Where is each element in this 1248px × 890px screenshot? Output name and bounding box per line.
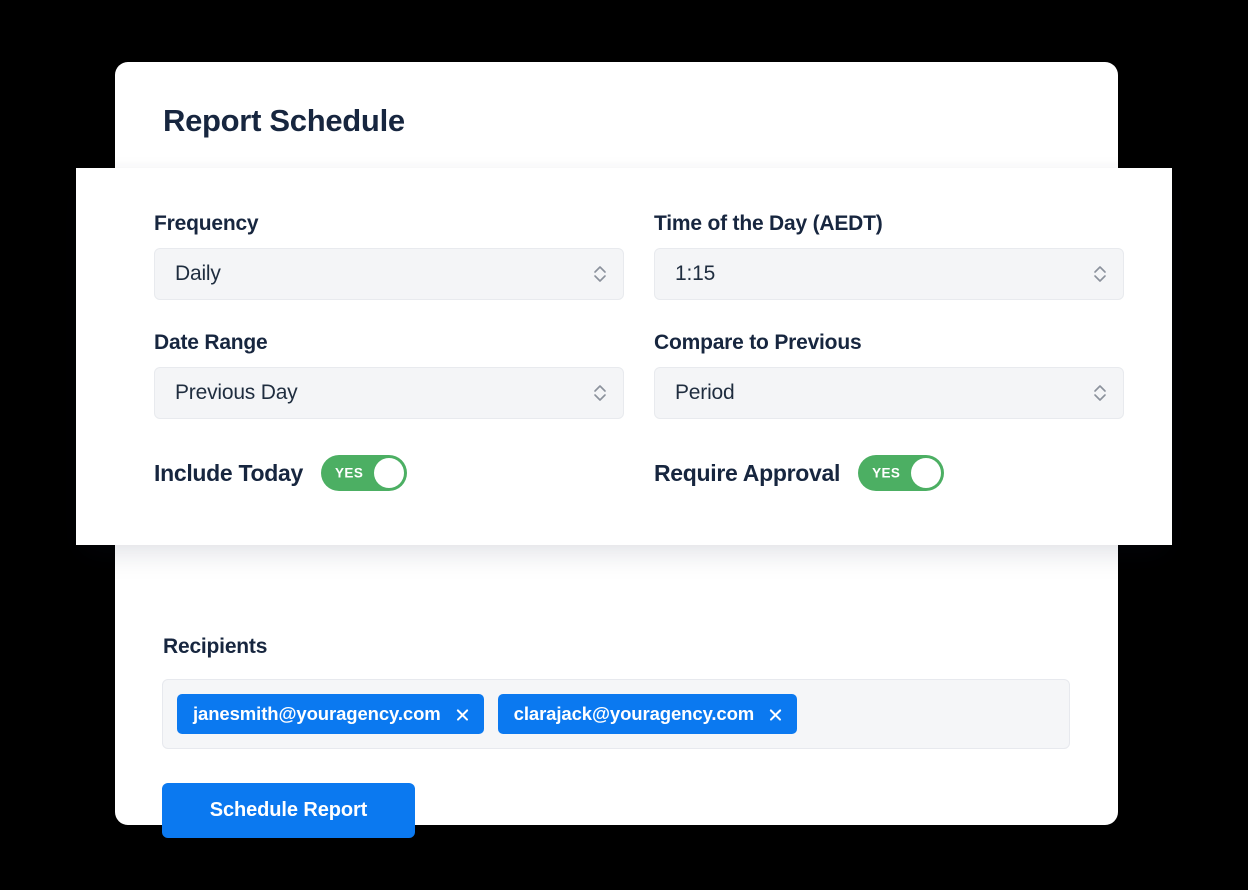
include-today-label: Include Today — [154, 460, 303, 487]
toggle-row: Include Today YES Require Approval YES — [154, 455, 1124, 491]
time-of-day-select-wrap: 1:15 — [654, 248, 1124, 300]
card-header: Report Schedule — [115, 62, 1118, 168]
require-approval-toggle[interactable]: YES — [858, 455, 944, 491]
time-of-day-value: 1:15 — [675, 262, 715, 286]
compare-to-previous-value: Period — [675, 381, 735, 405]
close-icon[interactable] — [455, 707, 470, 722]
include-today-state: YES — [335, 466, 363, 481]
schedule-report-button[interactable]: Schedule Report — [162, 783, 415, 838]
field-time-of-day: Time of the Day (AEDT) 1:15 — [654, 212, 1124, 300]
frequency-select[interactable]: Daily — [154, 248, 624, 300]
recipient-chip[interactable]: janesmith@youragency.com — [177, 694, 484, 734]
require-approval-state: YES — [872, 466, 900, 481]
page-title: Report Schedule — [163, 103, 405, 139]
require-approval-group: Require Approval YES — [654, 455, 1124, 491]
date-range-label: Date Range — [154, 331, 624, 355]
recipients-input[interactable]: janesmith@youragency.com clarajack@youra… — [162, 679, 1070, 749]
form-row: Frequency Daily Time of the Day (AEDT) — [154, 212, 1124, 300]
recipient-email: clarajack@youragency.com — [514, 703, 755, 725]
date-range-select-wrap: Previous Day — [154, 367, 624, 419]
date-range-select[interactable]: Previous Day — [154, 367, 624, 419]
field-date-range: Date Range Previous Day — [154, 331, 624, 419]
date-range-value: Previous Day — [175, 381, 297, 405]
compare-to-previous-label: Compare to Previous — [654, 331, 1124, 355]
field-frequency: Frequency Daily — [154, 212, 624, 300]
frequency-select-wrap: Daily — [154, 248, 624, 300]
frequency-value: Daily — [175, 262, 221, 286]
close-icon[interactable] — [768, 707, 783, 722]
compare-to-previous-select[interactable]: Period — [654, 367, 1124, 419]
form-row: Date Range Previous Day Compare to Previ… — [154, 331, 1124, 419]
recipient-email: janesmith@youragency.com — [193, 703, 441, 725]
settings-form: Frequency Daily Time of the Day (AEDT) — [154, 212, 1124, 491]
toggle-knob — [911, 458, 941, 488]
include-today-group: Include Today YES — [154, 455, 624, 491]
require-approval-label: Require Approval — [654, 460, 840, 487]
schedule-settings-panel: Frequency Daily Time of the Day (AEDT) — [76, 168, 1172, 545]
frequency-label: Frequency — [154, 212, 624, 236]
toggle-knob — [374, 458, 404, 488]
recipients-label: Recipients — [163, 635, 267, 659]
recipient-chip[interactable]: clarajack@youragency.com — [498, 694, 798, 734]
time-of-day-select[interactable]: 1:15 — [654, 248, 1124, 300]
field-compare-to-previous: Compare to Previous Period — [654, 331, 1124, 419]
include-today-toggle[interactable]: YES — [321, 455, 407, 491]
time-of-day-label: Time of the Day (AEDT) — [654, 212, 1124, 236]
compare-to-previous-select-wrap: Period — [654, 367, 1124, 419]
